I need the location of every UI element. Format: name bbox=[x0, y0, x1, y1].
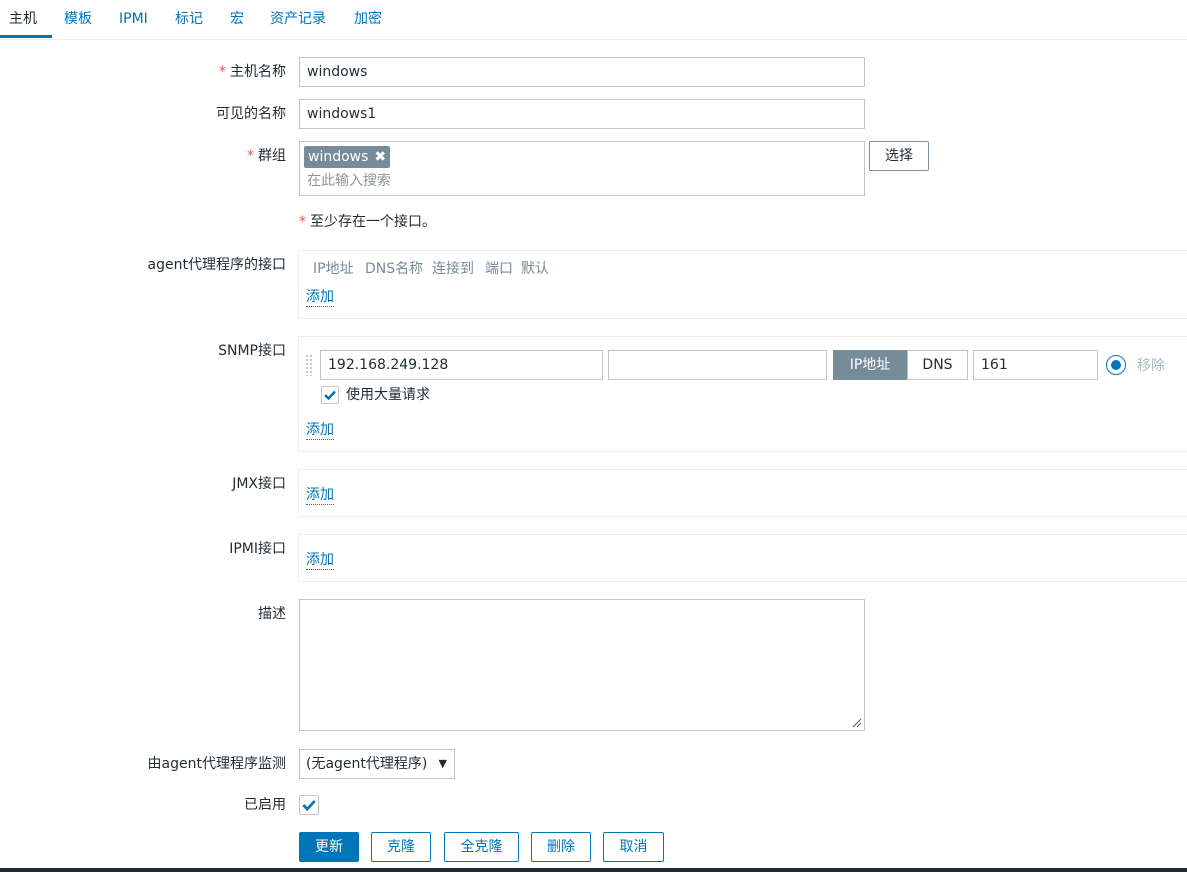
bottom-divider bbox=[0, 868, 1187, 872]
proxy-select[interactable]: (无agent代理程序) ▼ bbox=[299, 749, 455, 779]
tab-bar: 主机 模板 IPMI 标记 宏 资产记录 加密 bbox=[0, 0, 1187, 40]
hostname-input[interactable]: windows bbox=[299, 57, 865, 87]
snmp-ip-input[interactable]: 192.168.249.128 bbox=[320, 350, 603, 380]
ipmi-interfaces-panel: 添加 bbox=[298, 534, 1187, 582]
clone-button[interactable]: 克隆 bbox=[371, 832, 431, 862]
enabled-label: 已启用 bbox=[244, 797, 286, 813]
bulk-requests-checkbox[interactable] bbox=[321, 386, 339, 404]
groups-multiselect[interactable]: windows ✖ 在此输入搜索 bbox=[299, 141, 865, 196]
interface-note: * 至少存在一个接口。 bbox=[299, 214, 436, 230]
snmp-interfaces-panel: 192.168.249.128 IP地址 DNS 161 移除 使用大量请求 添… bbox=[298, 336, 1187, 452]
ipmi-interfaces-label: IPMI接口 bbox=[229, 541, 286, 557]
bulk-requests-label: 使用大量请求 bbox=[346, 387, 430, 403]
select-groups-button[interactable]: 选择 bbox=[869, 141, 929, 171]
add-snmp-interface-link[interactable]: 添加 bbox=[306, 421, 334, 440]
add-ipmi-interface-link[interactable]: 添加 bbox=[306, 551, 334, 570]
checkmark-icon bbox=[302, 800, 316, 811]
tab-ipmi[interactable]: IPMI bbox=[119, 10, 148, 28]
add-jmx-interface-link[interactable]: 添加 bbox=[306, 486, 334, 505]
enabled-checkbox[interactable] bbox=[299, 795, 319, 815]
visible-name-input[interactable]: windows1 bbox=[299, 99, 865, 129]
drag-handle-icon[interactable] bbox=[305, 354, 313, 376]
cancel-button[interactable]: 取消 bbox=[603, 832, 664, 862]
delete-button[interactable]: 删除 bbox=[531, 832, 591, 862]
tab-encryption[interactable]: 加密 bbox=[354, 10, 382, 28]
tab-inventory[interactable]: 资产记录 bbox=[270, 10, 326, 28]
col-connect: 连接到 bbox=[432, 261, 474, 277]
tab-templates[interactable]: 模板 bbox=[64, 10, 92, 28]
active-tab-indicator bbox=[0, 35, 52, 38]
description-textarea[interactable] bbox=[299, 599, 865, 731]
visible-name-label: 可见的名称 bbox=[216, 106, 286, 122]
tab-tags[interactable]: 标记 bbox=[175, 10, 203, 28]
groups-search-placeholder[interactable]: 在此输入搜索 bbox=[307, 172, 391, 190]
jmx-interfaces-label: JMX接口 bbox=[232, 476, 286, 492]
tab-macros[interactable]: 宏 bbox=[230, 10, 244, 28]
connect-dns-toggle[interactable]: DNS bbox=[907, 350, 968, 380]
dropdown-arrow-icon: ▼ bbox=[438, 757, 447, 770]
agent-interfaces-label: agent代理程序的接口 bbox=[147, 257, 286, 273]
proxy-label: 由agent代理程序监测 bbox=[147, 756, 286, 772]
remove-interface-link[interactable]: 移除 bbox=[1137, 357, 1165, 375]
resize-handle-icon[interactable] bbox=[852, 718, 862, 728]
snmp-dns-input[interactable] bbox=[608, 350, 827, 380]
remove-tag-icon[interactable]: ✖ bbox=[374, 149, 386, 165]
connect-ip-toggle[interactable]: IP地址 bbox=[833, 350, 907, 380]
col-port: 端口 bbox=[485, 261, 513, 277]
group-tag: windows ✖ bbox=[304, 146, 391, 168]
update-button[interactable]: 更新 bbox=[299, 832, 359, 862]
add-agent-interface-link[interactable]: 添加 bbox=[306, 288, 334, 307]
col-dns: DNS名称 bbox=[365, 261, 424, 277]
agent-interfaces-panel: IP地址 DNS名称 连接到 端口 默认 添加 bbox=[298, 250, 1187, 319]
tab-host[interactable]: 主机 bbox=[9, 10, 37, 28]
description-label: 描述 bbox=[258, 606, 286, 622]
snmp-port-input[interactable]: 161 bbox=[973, 350, 1098, 380]
jmx-interfaces-panel: 添加 bbox=[298, 469, 1187, 517]
col-ip: IP地址 bbox=[313, 261, 354, 277]
checkmark-icon bbox=[324, 390, 336, 401]
required-mark: * bbox=[219, 64, 226, 80]
col-default: 默认 bbox=[521, 261, 549, 277]
hostname-label: * 主机名称 bbox=[219, 64, 286, 80]
groups-label: * 群组 bbox=[247, 148, 286, 164]
default-interface-radio[interactable] bbox=[1106, 355, 1126, 375]
snmp-interfaces-label: SNMP接口 bbox=[218, 343, 286, 359]
full-clone-button[interactable]: 全克隆 bbox=[444, 832, 519, 862]
